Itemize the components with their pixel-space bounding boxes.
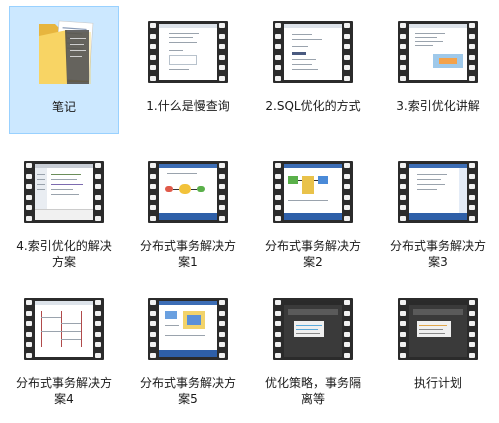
file-name: 笔记	[51, 100, 76, 114]
thumbnail	[9, 7, 119, 99]
thumbnail	[258, 283, 368, 375]
file-name: 1.什么是慢查询	[146, 99, 230, 113]
file-item-video-6[interactable]: 分布式事务解决方案2	[258, 146, 368, 274]
file-name: 分布式事务解决方案1	[139, 239, 236, 269]
video-film-icon	[273, 21, 353, 83]
folder-icon	[39, 20, 94, 84]
file-grid: 笔记 1.什么是慢查询 2.SQL优化的方式 3.索引优化讲解 4.索引优化的解…	[0, 0, 499, 423]
video-film-icon	[148, 21, 228, 83]
thumbnail	[383, 146, 493, 238]
file-item-video-4[interactable]: 4.索引优化的解决方案	[9, 146, 119, 274]
file-name: 4.索引优化的解决方案	[16, 239, 112, 269]
file-item-video-3[interactable]: 3.索引优化讲解	[383, 6, 493, 134]
file-item-video-2[interactable]: 2.SQL优化的方式	[258, 6, 368, 134]
file-name: 分布式事务解决方案4	[15, 376, 112, 406]
file-item-video-5[interactable]: 分布式事务解决方案1	[133, 146, 243, 274]
thumbnail	[133, 283, 243, 375]
thumbnail	[258, 6, 368, 98]
file-name: 优化策略，事务隔离等	[264, 376, 361, 406]
file-name: 2.SQL优化的方式	[265, 99, 361, 113]
video-film-icon	[24, 161, 104, 223]
file-item-video-8[interactable]: 分布式事务解决方案4	[9, 283, 119, 411]
file-name: 执行计划	[413, 376, 462, 390]
file-item-video-9[interactable]: 分布式事务解决方案5	[133, 283, 243, 411]
thumbnail	[133, 6, 243, 98]
file-item-video-10[interactable]: 优化策略，事务隔离等	[258, 283, 368, 411]
video-film-icon	[398, 21, 478, 83]
thumbnail	[9, 283, 119, 375]
video-film-icon	[273, 298, 353, 360]
file-item-folder-notes[interactable]: 笔记	[9, 6, 119, 134]
file-name: 分布式事务解决方案5	[139, 376, 236, 406]
thumbnail	[383, 6, 493, 98]
file-item-video-7[interactable]: 分布式事务解决方案3	[383, 146, 493, 274]
file-item-video-1[interactable]: 1.什么是慢查询	[133, 6, 243, 134]
video-film-icon	[273, 161, 353, 223]
file-name: 分布式事务解决方案2	[264, 239, 361, 269]
video-film-icon	[24, 298, 104, 360]
video-film-icon	[398, 161, 478, 223]
thumbnail	[9, 146, 119, 238]
video-film-icon	[148, 298, 228, 360]
file-name: 分布式事务解决方案3	[389, 239, 486, 269]
file-item-video-11[interactable]: 执行计划	[383, 283, 493, 411]
thumbnail	[133, 146, 243, 238]
thumbnail	[258, 146, 368, 238]
video-film-icon	[398, 298, 478, 360]
video-film-icon	[148, 161, 228, 223]
thumbnail	[383, 283, 493, 375]
file-name: 3.索引优化讲解	[396, 99, 480, 113]
